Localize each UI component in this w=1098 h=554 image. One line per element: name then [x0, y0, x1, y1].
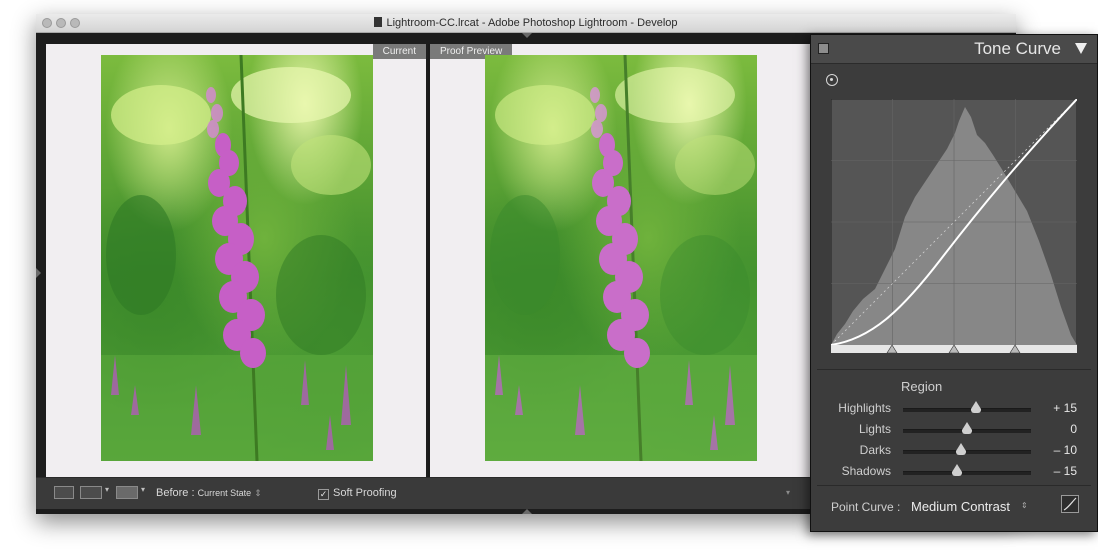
highlights-label: Highlights	[838, 401, 891, 415]
panel-divider	[817, 369, 1091, 370]
shadows-slider-track[interactable]	[903, 471, 1031, 475]
tone-curve-graph[interactable]	[831, 99, 1077, 353]
soft-proofing-checkbox[interactable]: ✓ Soft Proofing	[318, 486, 397, 500]
lights-value[interactable]: 0	[1027, 422, 1077, 436]
point-curve-label: Point Curve :	[831, 500, 901, 514]
shadows-label: Shadows	[841, 464, 891, 478]
targeted-adjustment-icon[interactable]	[826, 74, 838, 86]
before-value: Current State	[197, 488, 252, 498]
zoom-window-button[interactable]	[70, 18, 80, 28]
filmstrip-toggle-icon[interactable]	[522, 509, 532, 514]
edit-point-curve-button[interactable]	[1061, 495, 1079, 513]
left-panel-toggle-icon[interactable]	[36, 268, 41, 278]
proof-preview-pane: Proof Preview	[430, 44, 812, 486]
highlights-value[interactable]: + 15	[1027, 401, 1077, 415]
region-title: Region	[901, 379, 943, 394]
current-photo[interactable]	[101, 55, 373, 461]
before-after-left-right-button[interactable]	[80, 486, 102, 499]
develop-toolbar: ▾ ▾ Before : Current State ⇕ ✓ Soft Proof…	[36, 477, 814, 509]
darks-value[interactable]: – 10	[1027, 443, 1077, 457]
darks-slider-thumb[interactable]	[956, 443, 966, 451]
point-curve-stepper-icon[interactable]: ⇕	[1021, 501, 1028, 510]
top-panel-toggle-icon[interactable]	[522, 33, 532, 38]
view-mode-dropdown-icon[interactable]: ▾	[105, 485, 109, 494]
current-label: Current	[372, 44, 426, 59]
minimize-window-button[interactable]	[56, 18, 66, 28]
darks-slider-track[interactable]	[903, 450, 1031, 454]
panel-divider-2	[817, 485, 1091, 486]
foxglove-image-proof	[485, 55, 757, 461]
window-title: Lightroom-CC.lrcat - Adobe Photoshop Lig…	[386, 17, 678, 29]
point-curve-select[interactable]: Medium Contrast	[911, 499, 1010, 514]
before-label: Before :	[156, 487, 195, 499]
lights-slider-thumb-base[interactable]	[962, 430, 972, 434]
before-after-split-button[interactable]	[116, 486, 138, 499]
close-window-button[interactable]	[42, 18, 52, 28]
darks-label: Darks	[859, 443, 891, 457]
before-state-selector[interactable]: Before : Current State ⇕	[156, 486, 262, 500]
collapse-triangle-icon[interactable]	[1075, 43, 1087, 54]
soft-proofing-label: Soft Proofing	[333, 487, 397, 499]
swap-dropdown-icon[interactable]: ▾	[141, 485, 145, 494]
foxglove-image-current	[101, 55, 373, 461]
highlights-slider-thumb[interactable]	[971, 401, 981, 409]
lights-label: Lights	[858, 422, 891, 436]
document-icon	[374, 17, 383, 27]
toolbar-options-icon[interactable]: ▾	[786, 488, 790, 497]
checkmark-icon: ✓	[318, 489, 329, 500]
title-bar: Lightroom-CC.lrcat - Adobe Photoshop Lig…	[36, 14, 1016, 33]
shadows-slider-thumb[interactable]	[952, 464, 962, 472]
highlights-slider-thumb-base[interactable]	[971, 409, 981, 413]
current-view-pane: Current	[46, 44, 426, 486]
shadows-value[interactable]: – 15	[1027, 464, 1077, 478]
tone-curve-panel: Tone Curve Region Highlights + 15 Lights…	[810, 34, 1098, 532]
lights-slider-thumb[interactable]	[962, 422, 972, 430]
proof-preview-photo[interactable]	[485, 55, 757, 461]
darks-slider-thumb-base[interactable]	[956, 451, 966, 455]
highlights-slider-track[interactable]	[903, 408, 1031, 412]
edit-curve-icon	[1063, 497, 1077, 511]
shadows-slider-thumb-base[interactable]	[952, 472, 962, 476]
panel-switch[interactable]	[818, 43, 829, 54]
loupe-view-button[interactable]	[54, 486, 74, 499]
before-stepper-icon: ⇕	[254, 488, 262, 498]
tone-curve-header[interactable]: Tone Curve	[811, 35, 1097, 64]
panel-title: Tone Curve	[974, 39, 1061, 58]
